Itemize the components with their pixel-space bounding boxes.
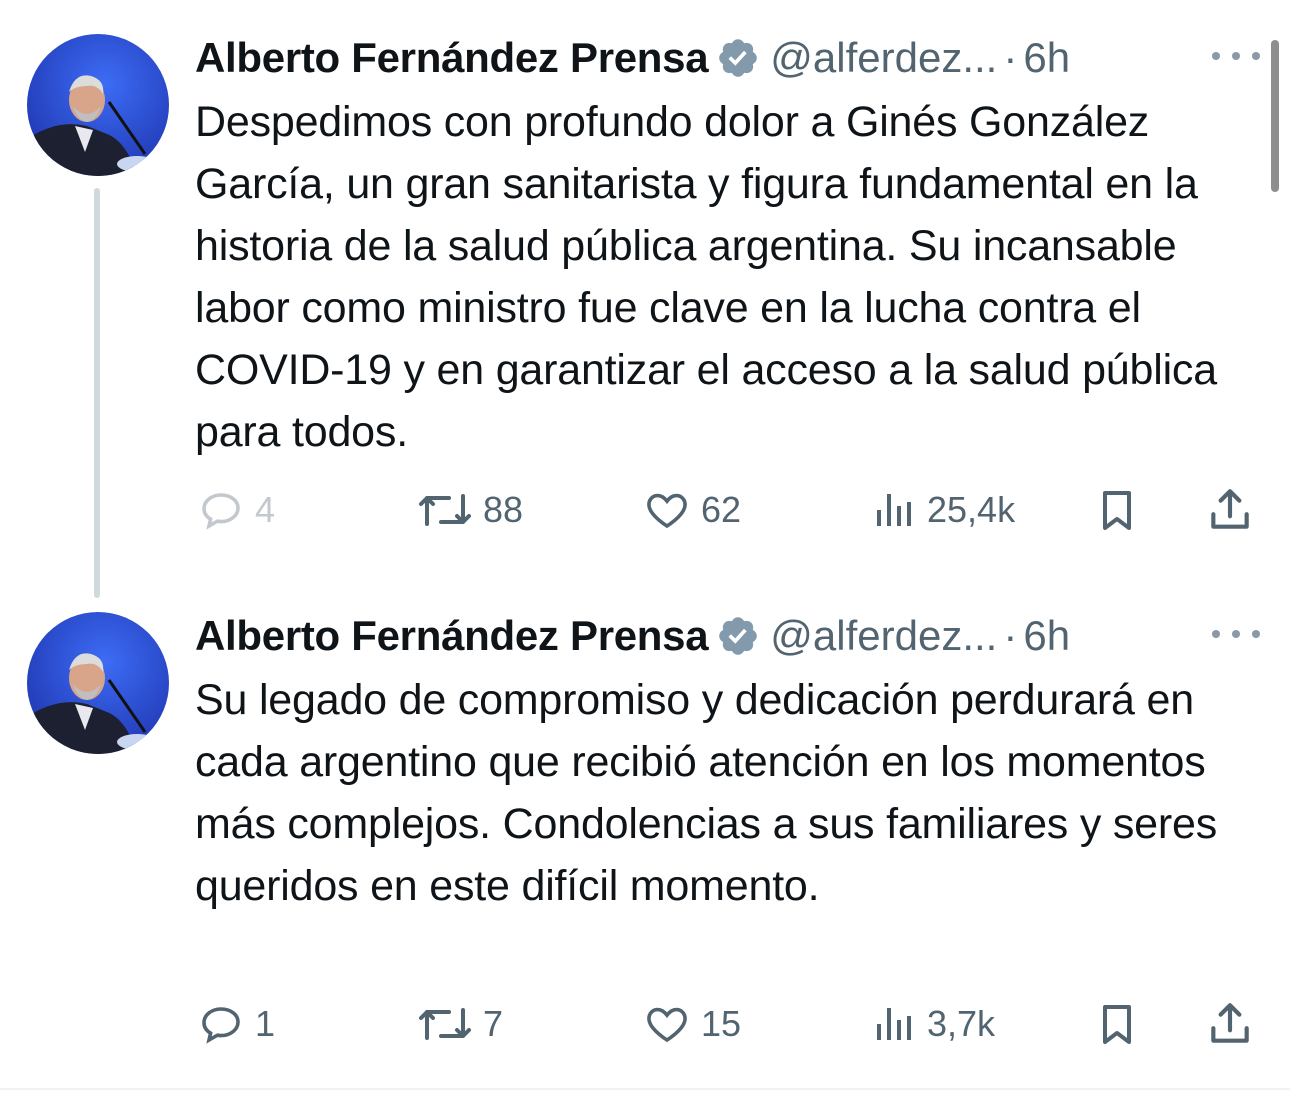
share-button[interactable] [1205, 480, 1255, 540]
author-handle[interactable]: @alferdez... [770, 612, 997, 660]
retweet-count: 7 [483, 1003, 504, 1044]
views-button[interactable]: 3,7k [869, 994, 995, 1054]
retweet-icon [419, 1008, 471, 1040]
separator-dot: · [1003, 612, 1018, 659]
retweet-icon [419, 494, 471, 526]
like-count: 15 [701, 1003, 742, 1044]
retweet-button[interactable]: 7 [417, 994, 503, 1054]
verified-badge-icon [716, 614, 760, 658]
retweet-button[interactable]: 88 [417, 480, 523, 540]
bookmark-button[interactable] [1093, 480, 1141, 540]
timestamp[interactable]: 6h [1023, 34, 1070, 82]
divider [0, 1088, 1290, 1090]
author-name[interactable]: Alberto Fernández Prensa [195, 612, 709, 660]
verified-badge-icon [716, 36, 760, 80]
timestamp[interactable]: 6h [1023, 612, 1070, 660]
reply-count: 1 [255, 1003, 276, 1044]
like-button[interactable]: 62 [643, 480, 741, 540]
bookmark-icon [1103, 1005, 1131, 1044]
views-button[interactable]: 25,4k [869, 480, 1015, 540]
share-button[interactable] [1205, 994, 1255, 1054]
reply-icon [202, 1007, 240, 1044]
reply-icon [202, 493, 240, 530]
tweet-text: Su legado de compromiso y dedicación per… [195, 676, 1218, 910]
retweet-count: 88 [483, 489, 524, 530]
heart-icon [647, 493, 687, 529]
tweet-actions: 1 7 15 3,7k [195, 994, 1275, 1054]
avatar[interactable] [27, 612, 169, 754]
share-icon [1211, 1003, 1249, 1043]
views-icon [877, 494, 911, 526]
reply-count: 4 [255, 489, 276, 530]
tweet-header: Alberto Fernández Prensa @alferdez... · … [195, 606, 1070, 666]
reply-button[interactable]: 4 [197, 480, 275, 540]
separator-dot: · [1003, 34, 1018, 81]
tweet-text: Despedimos con profundo dolor a Ginés Go… [195, 98, 1217, 456]
bookmark-icon [1103, 491, 1131, 530]
views-count: 25,4k [927, 489, 1016, 530]
tweet-header: Alberto Fernández Prensa @alferdez... · … [195, 28, 1070, 88]
reply-button[interactable]: 1 [197, 994, 275, 1054]
tweet[interactable]: Alberto Fernández Prensa @alferdez... · … [0, 606, 1290, 1076]
views-count: 3,7k [927, 1003, 996, 1044]
views-icon [877, 1008, 911, 1040]
tweet-actions: 4 88 62 25,4k [195, 480, 1275, 540]
author-handle[interactable]: @alferdez... [770, 34, 997, 82]
like-button[interactable]: 15 [643, 994, 741, 1054]
share-icon [1211, 489, 1249, 529]
tweet[interactable]: Alberto Fernández Prensa @alferdez... · … [0, 28, 1290, 568]
bookmark-button[interactable] [1093, 994, 1141, 1054]
like-count: 62 [701, 489, 742, 530]
more-options-icon[interactable] [1212, 614, 1260, 654]
avatar[interactable] [27, 34, 169, 176]
more-options-icon[interactable] [1212, 36, 1260, 76]
author-name[interactable]: Alberto Fernández Prensa [195, 34, 709, 82]
heart-icon [647, 1007, 687, 1043]
